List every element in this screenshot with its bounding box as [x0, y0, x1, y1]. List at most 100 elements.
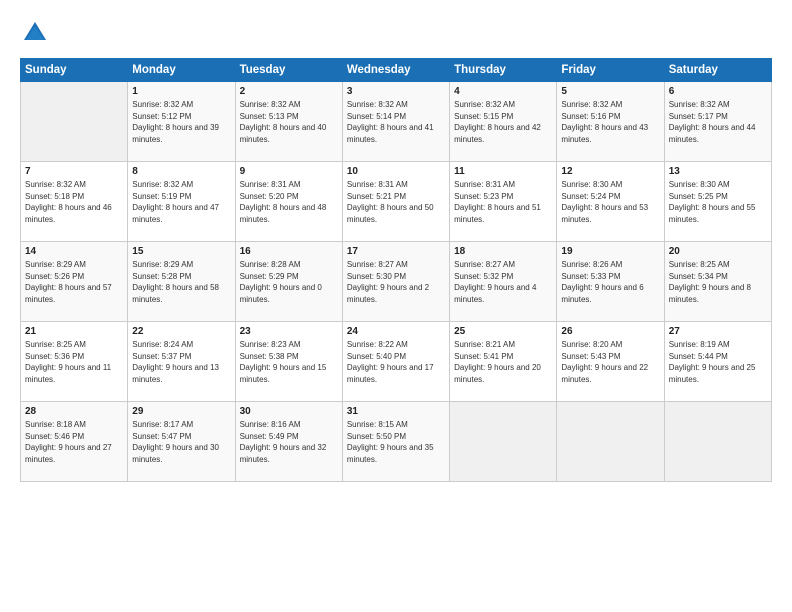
day-number: 17	[347, 246, 445, 257]
day-info: Sunrise: 8:23 AMSunset: 5:38 PMDaylight:…	[240, 339, 338, 385]
calendar-cell: 31 Sunrise: 8:15 AMSunset: 5:50 PMDayligh…	[342, 402, 449, 482]
day-number: 30	[240, 406, 338, 417]
calendar-cell: 14 Sunrise: 8:29 AMSunset: 5:26 PMDayligh…	[21, 242, 128, 322]
weekday-row: SundayMondayTuesdayWednesdayThursdayFrid…	[21, 59, 772, 82]
day-number: 27	[669, 326, 767, 337]
day-number: 31	[347, 406, 445, 417]
calendar-cell: 8 Sunrise: 8:32 AMSunset: 5:19 PMDaylight…	[128, 162, 235, 242]
day-number: 14	[25, 246, 123, 257]
calendar-cell: 16 Sunrise: 8:28 AMSunset: 5:29 PMDayligh…	[235, 242, 342, 322]
calendar-cell: 22 Sunrise: 8:24 AMSunset: 5:37 PMDayligh…	[128, 322, 235, 402]
day-number: 19	[561, 246, 659, 257]
day-number: 25	[454, 326, 552, 337]
day-number: 3	[347, 86, 445, 97]
day-info: Sunrise: 8:32 AMSunset: 5:15 PMDaylight:…	[454, 99, 552, 145]
day-info: Sunrise: 8:32 AMSunset: 5:19 PMDaylight:…	[132, 179, 230, 225]
day-number: 18	[454, 246, 552, 257]
day-info: Sunrise: 8:30 AMSunset: 5:25 PMDaylight:…	[669, 179, 767, 225]
calendar-week-row: 28 Sunrise: 8:18 AMSunset: 5:46 PMDayligh…	[21, 402, 772, 482]
calendar-cell: 20Sunrise: 8:25 AMSunset: 5:34 PMDayligh…	[664, 242, 771, 322]
calendar-cell: 24 Sunrise: 8:22 AMSunset: 5:40 PMDayligh…	[342, 322, 449, 402]
weekday-header: Tuesday	[235, 59, 342, 82]
logo	[20, 18, 54, 48]
calendar-week-row: 7 Sunrise: 8:32 AMSunset: 5:18 PMDaylight…	[21, 162, 772, 242]
calendar-cell: 30 Sunrise: 8:16 AMSunset: 5:49 PMDayligh…	[235, 402, 342, 482]
weekday-header: Thursday	[450, 59, 557, 82]
weekday-header: Sunday	[21, 59, 128, 82]
calendar-cell: 13 Sunrise: 8:30 AMSunset: 5:25 PMDayligh…	[664, 162, 771, 242]
calendar-cell	[21, 82, 128, 162]
calendar-body: 1Sunrise: 8:32 AMSunset: 5:12 PMDaylight…	[21, 82, 772, 482]
day-info: Sunrise: 8:29 AMSunset: 5:28 PMDaylight:…	[132, 259, 230, 305]
day-info: Sunrise: 8:19 AMSunset: 5:44 PMDaylight:…	[669, 339, 767, 385]
calendar-cell: 3Sunrise: 8:32 AMSunset: 5:14 PMDaylight…	[342, 82, 449, 162]
calendar-cell: 29 Sunrise: 8:17 AMSunset: 5:47 PMDayligh…	[128, 402, 235, 482]
day-number: 2	[240, 86, 338, 97]
day-info: Sunrise: 8:26 AMSunset: 5:33 PMDaylight:…	[561, 259, 659, 305]
day-info: Sunrise: 8:30 AMSunset: 5:24 PMDaylight:…	[561, 179, 659, 225]
day-info: Sunrise: 8:25 AMSunset: 5:34 PMDaylight:…	[669, 259, 767, 305]
calendar-cell: 25 Sunrise: 8:21 AMSunset: 5:41 PMDayligh…	[450, 322, 557, 402]
day-info: Sunrise: 8:32 AMSunset: 5:12 PMDaylight:…	[132, 99, 230, 145]
calendar-week-row: 1Sunrise: 8:32 AMSunset: 5:12 PMDaylight…	[21, 82, 772, 162]
calendar-cell: 5Sunrise: 8:32 AMSunset: 5:16 PMDaylight…	[557, 82, 664, 162]
day-info: Sunrise: 8:15 AMSunset: 5:50 PMDaylight:…	[347, 419, 445, 465]
day-number: 4	[454, 86, 552, 97]
calendar-cell	[557, 402, 664, 482]
calendar-cell: 21Sunrise: 8:25 AMSunset: 5:36 PMDayligh…	[21, 322, 128, 402]
day-info: Sunrise: 8:24 AMSunset: 5:37 PMDaylight:…	[132, 339, 230, 385]
day-info: Sunrise: 8:31 AMSunset: 5:21 PMDaylight:…	[347, 179, 445, 225]
calendar-page: SundayMondayTuesdayWednesdayThursdayFrid…	[0, 0, 792, 612]
day-number: 28	[25, 406, 123, 417]
page-header	[20, 18, 772, 48]
day-info: Sunrise: 8:27 AMSunset: 5:30 PMDaylight:…	[347, 259, 445, 305]
calendar-cell	[450, 402, 557, 482]
calendar-week-row: 21Sunrise: 8:25 AMSunset: 5:36 PMDayligh…	[21, 322, 772, 402]
calendar-cell: 27 Sunrise: 8:19 AMSunset: 5:44 PMDayligh…	[664, 322, 771, 402]
day-number: 15	[132, 246, 230, 257]
day-info: Sunrise: 8:16 AMSunset: 5:49 PMDaylight:…	[240, 419, 338, 465]
calendar-cell: 18Sunrise: 8:27 AMSunset: 5:32 PMDayligh…	[450, 242, 557, 322]
day-number: 10	[347, 166, 445, 177]
calendar-cell: 17 Sunrise: 8:27 AMSunset: 5:30 PMDayligh…	[342, 242, 449, 322]
day-info: Sunrise: 8:18 AMSunset: 5:46 PMDaylight:…	[25, 419, 123, 465]
day-number: 13	[669, 166, 767, 177]
calendar-cell: 9 Sunrise: 8:31 AMSunset: 5:20 PMDaylight…	[235, 162, 342, 242]
calendar-cell: 28 Sunrise: 8:18 AMSunset: 5:46 PMDayligh…	[21, 402, 128, 482]
day-number: 9	[240, 166, 338, 177]
day-number: 22	[132, 326, 230, 337]
day-info: Sunrise: 8:32 AMSunset: 5:18 PMDaylight:…	[25, 179, 123, 225]
day-info: Sunrise: 8:28 AMSunset: 5:29 PMDaylight:…	[240, 259, 338, 305]
calendar-cell: 2 Sunrise: 8:32 AMSunset: 5:13 PMDaylight…	[235, 82, 342, 162]
day-number: 16	[240, 246, 338, 257]
calendar-cell: 19 Sunrise: 8:26 AMSunset: 5:33 PMDayligh…	[557, 242, 664, 322]
day-info: Sunrise: 8:17 AMSunset: 5:47 PMDaylight:…	[132, 419, 230, 465]
calendar-cell: 10 Sunrise: 8:31 AMSunset: 5:21 PMDayligh…	[342, 162, 449, 242]
day-number: 8	[132, 166, 230, 177]
day-info: Sunrise: 8:31 AMSunset: 5:23 PMDaylight:…	[454, 179, 552, 225]
calendar-cell: 12Sunrise: 8:30 AMSunset: 5:24 PMDayligh…	[557, 162, 664, 242]
day-info: Sunrise: 8:25 AMSunset: 5:36 PMDaylight:…	[25, 339, 123, 385]
day-info: Sunrise: 8:21 AMSunset: 5:41 PMDaylight:…	[454, 339, 552, 385]
day-number: 6	[669, 86, 767, 97]
day-info: Sunrise: 8:29 AMSunset: 5:26 PMDaylight:…	[25, 259, 123, 305]
calendar-cell: 1Sunrise: 8:32 AMSunset: 5:12 PMDaylight…	[128, 82, 235, 162]
day-number: 7	[25, 166, 123, 177]
day-number: 24	[347, 326, 445, 337]
calendar-cell: 6Sunrise: 8:32 AMSunset: 5:17 PMDaylight…	[664, 82, 771, 162]
calendar-cell: 11 Sunrise: 8:31 AMSunset: 5:23 PMDayligh…	[450, 162, 557, 242]
day-info: Sunrise: 8:22 AMSunset: 5:40 PMDaylight:…	[347, 339, 445, 385]
day-number: 11	[454, 166, 552, 177]
calendar-cell	[664, 402, 771, 482]
calendar-cell: 15 Sunrise: 8:29 AMSunset: 5:28 PMDayligh…	[128, 242, 235, 322]
day-number: 26	[561, 326, 659, 337]
calendar-week-row: 14 Sunrise: 8:29 AMSunset: 5:26 PMDayligh…	[21, 242, 772, 322]
calendar-cell: 7 Sunrise: 8:32 AMSunset: 5:18 PMDaylight…	[21, 162, 128, 242]
day-number: 29	[132, 406, 230, 417]
weekday-header: Friday	[557, 59, 664, 82]
logo-icon	[20, 18, 50, 48]
day-info: Sunrise: 8:31 AMSunset: 5:20 PMDaylight:…	[240, 179, 338, 225]
day-info: Sunrise: 8:32 AMSunset: 5:13 PMDaylight:…	[240, 99, 338, 145]
day-number: 5	[561, 86, 659, 97]
calendar-cell: 26Sunrise: 8:20 AMSunset: 5:43 PMDayligh…	[557, 322, 664, 402]
